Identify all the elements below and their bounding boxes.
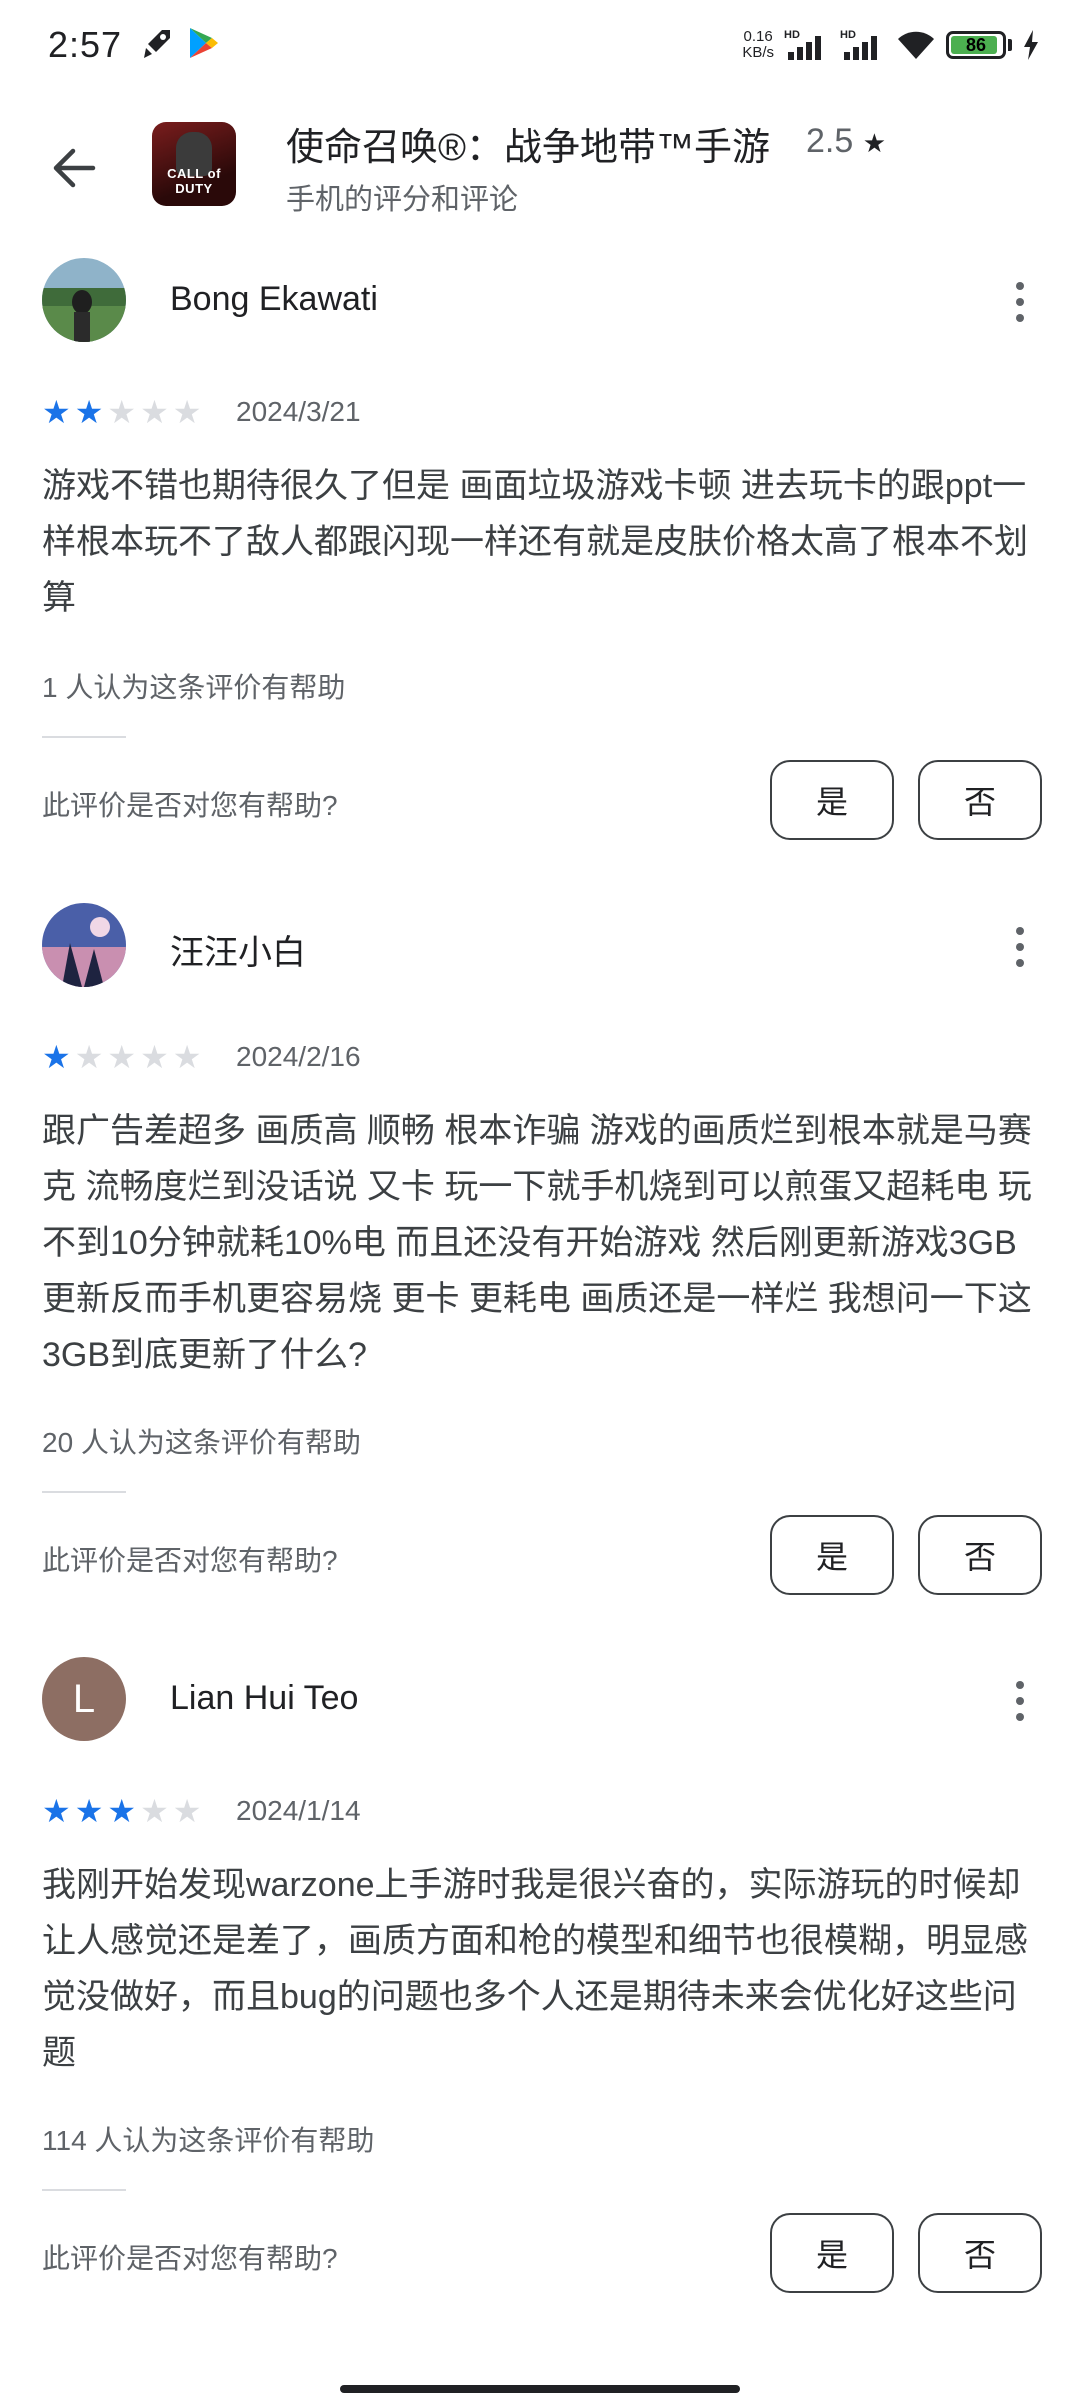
vote-yes-button[interactable]: 是 (770, 1515, 894, 1595)
reviewer-name: 汪汪小白 (170, 934, 306, 972)
review-text: 我刚开始发现warzone上手游时我是很兴奋的，实际游玩的时候却让人感觉还是差了… (42, 1866, 1028, 2072)
star-filled-icon: ★ (42, 1793, 71, 1829)
avatar: L (42, 1657, 126, 1741)
reviewer-name: Lian Hui Teo (170, 1679, 359, 1717)
more-vert-icon-dot (1016, 298, 1024, 306)
network-speed-value: 0.16 (743, 28, 773, 45)
reviewer-name: Bong Ekawati (170, 280, 378, 318)
app-rating: 2.5 ★ (806, 122, 886, 161)
review-text: 游戏不错也期待很久了但是 画面垃圾游戏卡顿 进去玩卡的跟ppt一样根本玩不了敌人… (42, 467, 1028, 617)
review-date: 2024/1/14 (236, 1795, 361, 1826)
play-store-icon (190, 28, 218, 58)
battery-icon: 86 (946, 31, 1006, 59)
divider (42, 736, 126, 738)
divider (42, 2189, 126, 2191)
helpful-question: 此评价是否对您有帮助? (42, 790, 338, 821)
status-time: 2:57 (48, 24, 123, 65)
helpful-count: 114 人认为这条评价有帮助 (42, 2125, 375, 2156)
battery-level: 86 (965, 34, 987, 55)
app-rating-value: 2.5 (806, 122, 854, 160)
star-empty-icon: ★ (140, 394, 169, 430)
star-empty-icon: ★ (172, 394, 202, 430)
star-empty-icon: ★ (140, 1039, 169, 1075)
vote-no-button[interactable]: 否 (918, 760, 1042, 840)
divider (42, 1491, 126, 1493)
star-filled-icon: ★ (42, 394, 71, 430)
home-indicator[interactable] (340, 2385, 740, 2393)
charging-icon (1024, 30, 1038, 60)
wifi-icon (898, 31, 934, 59)
review-date: 2024/2/16 (236, 1041, 361, 1072)
review-text: 跟广告差超多 画质高 顺畅 根本诈骗 游戏的画质烂到根本就是马赛克 流畅度烂到没… (42, 1112, 1032, 1374)
avatar (42, 258, 126, 342)
more-vert-icon-dot (1016, 927, 1024, 935)
star-icon: ★ (862, 128, 887, 158)
signal-hd-label: HD (840, 29, 856, 41)
helpful-count: 20 人认为这条评价有帮助 (42, 1427, 361, 1458)
status-system-icons: 0.16 KB/s HD HD 86 (742, 28, 1040, 62)
signal-icon: HD (840, 29, 877, 60)
more-vert-icon-dot (1016, 1697, 1024, 1705)
network-speed-unit: KB/s (742, 44, 774, 61)
app-icon-logo-text: CALL of DUTY (167, 166, 221, 196)
more-vert-icon-dot (1016, 959, 1024, 967)
star-rating: ★ ★ ★ ★ ★ (42, 396, 201, 428)
signal-hd-label: HD (784, 29, 800, 41)
more-options-button[interactable] (1000, 272, 1040, 332)
arrow-left-icon (53, 148, 96, 188)
app-header: CALL of DUTY 使命召唤®：战争地带™手游 2.5 ★ 手机的评分和评… (0, 110, 1080, 240)
more-options-button[interactable] (1000, 917, 1040, 977)
signal-icon: HD (784, 29, 821, 60)
back-button[interactable] (44, 138, 104, 198)
star-empty-icon: ★ (107, 1039, 137, 1075)
app-icon: CALL of DUTY (152, 122, 236, 206)
review-date: 2024/3/21 (236, 396, 361, 427)
more-vert-icon-dot (1016, 314, 1024, 322)
star-empty-icon: ★ (107, 394, 137, 430)
avatar-letter: L (72, 1676, 96, 1721)
vote-yes-button[interactable]: 是 (770, 760, 894, 840)
star-empty-icon: ★ (140, 1793, 169, 1829)
vote-yes-button[interactable]: 是 (770, 2213, 894, 2293)
star-filled-icon: ★ (74, 1793, 104, 1829)
star-empty-icon: ★ (172, 1793, 202, 1829)
more-vert-icon-dot (1016, 1681, 1024, 1689)
star-rating: ★ ★ ★ ★ ★ (42, 1041, 201, 1073)
helpful-count: 1 人认为这条评价有帮助 (42, 672, 346, 703)
page-subtitle: 手机的评分和评论 (286, 184, 519, 216)
star-rating: ★ ★ ★ ★ ★ (42, 1795, 201, 1827)
network-speed: 0.16 KB/s (742, 29, 774, 61)
star-filled-icon: ★ (107, 1793, 137, 1829)
app-title: 使命召唤®：战争地带™手游 (286, 127, 771, 169)
star-empty-icon: ★ (74, 1039, 104, 1075)
battery-cap (1008, 39, 1012, 51)
avatar (42, 903, 126, 987)
helpful-question: 此评价是否对您有帮助? (42, 1545, 338, 1576)
star-empty-icon: ★ (172, 1039, 202, 1075)
more-vert-icon-dot (1016, 282, 1024, 290)
rocket-icon (144, 30, 170, 58)
vote-no-button[interactable]: 否 (918, 2213, 1042, 2293)
more-options-button[interactable] (1000, 1671, 1040, 1731)
star-filled-icon: ★ (74, 394, 104, 430)
vote-no-button[interactable]: 否 (918, 1515, 1042, 1595)
more-vert-icon-dot (1016, 943, 1024, 951)
more-vert-icon-dot (1016, 1713, 1024, 1721)
status-notification-icons (138, 26, 218, 62)
star-filled-icon: ★ (42, 1039, 71, 1075)
status-bar: 2:57 0.16 KB/s HD HD 86 (0, 0, 1080, 100)
helpful-question: 此评价是否对您有帮助? (42, 2243, 338, 2274)
